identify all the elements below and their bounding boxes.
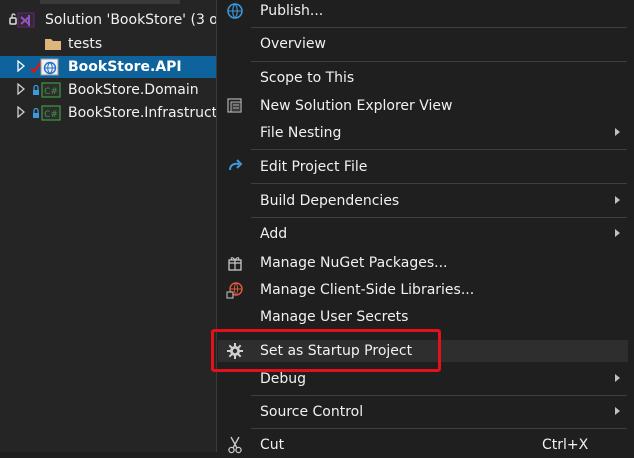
menu-item-label: Publish...	[260, 3, 324, 19]
context-menu: Publish... Overview Scope to This New So…	[216, 0, 634, 454]
csharp-project-icon: C#	[41, 82, 61, 101]
solution-label: Solution 'BookStore' (3 of	[45, 12, 216, 28]
nuget-package-icon	[226, 254, 244, 272]
menu-separator	[251, 428, 627, 429]
menu-separator	[251, 61, 627, 62]
menu-item-set-startup-project[interactable]: Set as Startup Project	[218, 340, 628, 362]
gear-icon	[226, 342, 244, 360]
explorer-header-strip	[40, 0, 180, 4]
menu-item-debug[interactable]: Debug	[218, 368, 628, 390]
tree-item-bookstore-api[interactable]: BookStore.API	[0, 56, 216, 78]
menu-item-label: Overview	[260, 36, 326, 52]
menu-item-label: Source Control	[260, 404, 364, 420]
menu-item-label: Set as Startup Project	[260, 343, 413, 359]
solution-node[interactable]: Solution 'BookStore' (3 of	[0, 9, 216, 31]
menu-item-file-nesting[interactable]: File Nesting	[218, 122, 628, 144]
solution-explorer: Solution 'BookStore' (3 of tests BookSto…	[0, 0, 216, 452]
menu-item-label: File Nesting	[260, 125, 342, 141]
menu-separator	[251, 183, 627, 184]
tree-item-label: BookStore.Infrastructu	[68, 105, 216, 121]
menu-item-label: Debug	[260, 371, 307, 387]
menu-item-scope-to-this[interactable]: Scope to This	[218, 67, 628, 89]
menu-item-manage-user-secrets[interactable]: Manage User Secrets	[218, 306, 628, 328]
folder-icon	[44, 37, 62, 55]
menu-item-label: New Solution Explorer View	[260, 98, 453, 114]
vs-solution-icon	[9, 11, 37, 31]
menu-item-source-control[interactable]: Source Control	[218, 401, 628, 423]
menu-item-label: Scope to This	[260, 70, 355, 86]
svg-text:C#: C#	[44, 87, 58, 97]
menu-separator	[251, 395, 627, 396]
lock-icon	[32, 84, 40, 100]
menu-separator	[251, 27, 627, 28]
menu-item-new-solution-explorer-view[interactable]: New Solution Explorer View	[218, 95, 628, 117]
menu-item-publish[interactable]: Publish...	[218, 0, 628, 22]
menu-item-label: Edit Project File	[260, 159, 368, 175]
refresh-arrow-icon	[226, 158, 244, 176]
menu-item-label: Manage Client-Side Libraries...	[260, 282, 475, 298]
lock-icon	[32, 107, 40, 123]
chevron-right-icon[interactable]	[16, 105, 26, 122]
menu-item-manage-client-libs[interactable]: Manage Client-Side Libraries...	[218, 279, 628, 301]
submenu-arrow-icon	[615, 407, 620, 415]
globe-publish-icon	[226, 2, 244, 20]
menu-item-edit-project-file[interactable]: Edit Project File	[218, 156, 628, 178]
tree-item-label: BookStore.API	[68, 59, 182, 75]
menu-separator	[251, 149, 627, 150]
svg-text:C#: C#	[44, 110, 58, 120]
menu-separator	[251, 217, 627, 218]
menu-item-label: Build Dependencies	[260, 193, 400, 209]
tree-item-label: BookStore.Domain	[68, 82, 199, 98]
submenu-arrow-icon	[615, 374, 620, 382]
menu-item-label: Add	[260, 226, 288, 242]
new-view-icon	[226, 97, 244, 115]
web-project-icon	[40, 58, 60, 78]
tree-item-bookstore-infrastructure[interactable]: C# BookStore.Infrastructu	[0, 102, 216, 124]
menu-item-cut[interactable]: Cut Ctrl+X	[218, 434, 628, 456]
csharp-project-icon: C#	[41, 105, 61, 124]
tree-item-tests[interactable]: tests	[0, 33, 216, 55]
tree-item-label: tests	[68, 36, 103, 52]
shortcut-label: Ctrl+X	[542, 437, 589, 453]
client-library-icon	[226, 281, 244, 299]
menu-item-label: Manage User Secrets	[260, 309, 409, 325]
menu-item-overview[interactable]: Overview	[218, 33, 628, 55]
menu-item-build-dependencies[interactable]: Build Dependencies	[218, 190, 628, 212]
submenu-arrow-icon	[615, 196, 620, 204]
menu-item-label: Manage NuGet Packages...	[260, 255, 448, 271]
submenu-arrow-icon	[615, 128, 620, 136]
scissors-icon	[226, 436, 244, 454]
menu-item-add[interactable]: Add	[218, 223, 628, 245]
menu-item-label: Cut	[260, 437, 285, 453]
chevron-right-icon[interactable]	[16, 59, 26, 76]
tree-item-bookstore-domain[interactable]: C# BookStore.Domain	[0, 79, 216, 101]
chevron-right-icon[interactable]	[16, 82, 26, 99]
submenu-arrow-icon	[615, 229, 620, 237]
menu-item-manage-nuget[interactable]: Manage NuGet Packages...	[218, 252, 628, 274]
